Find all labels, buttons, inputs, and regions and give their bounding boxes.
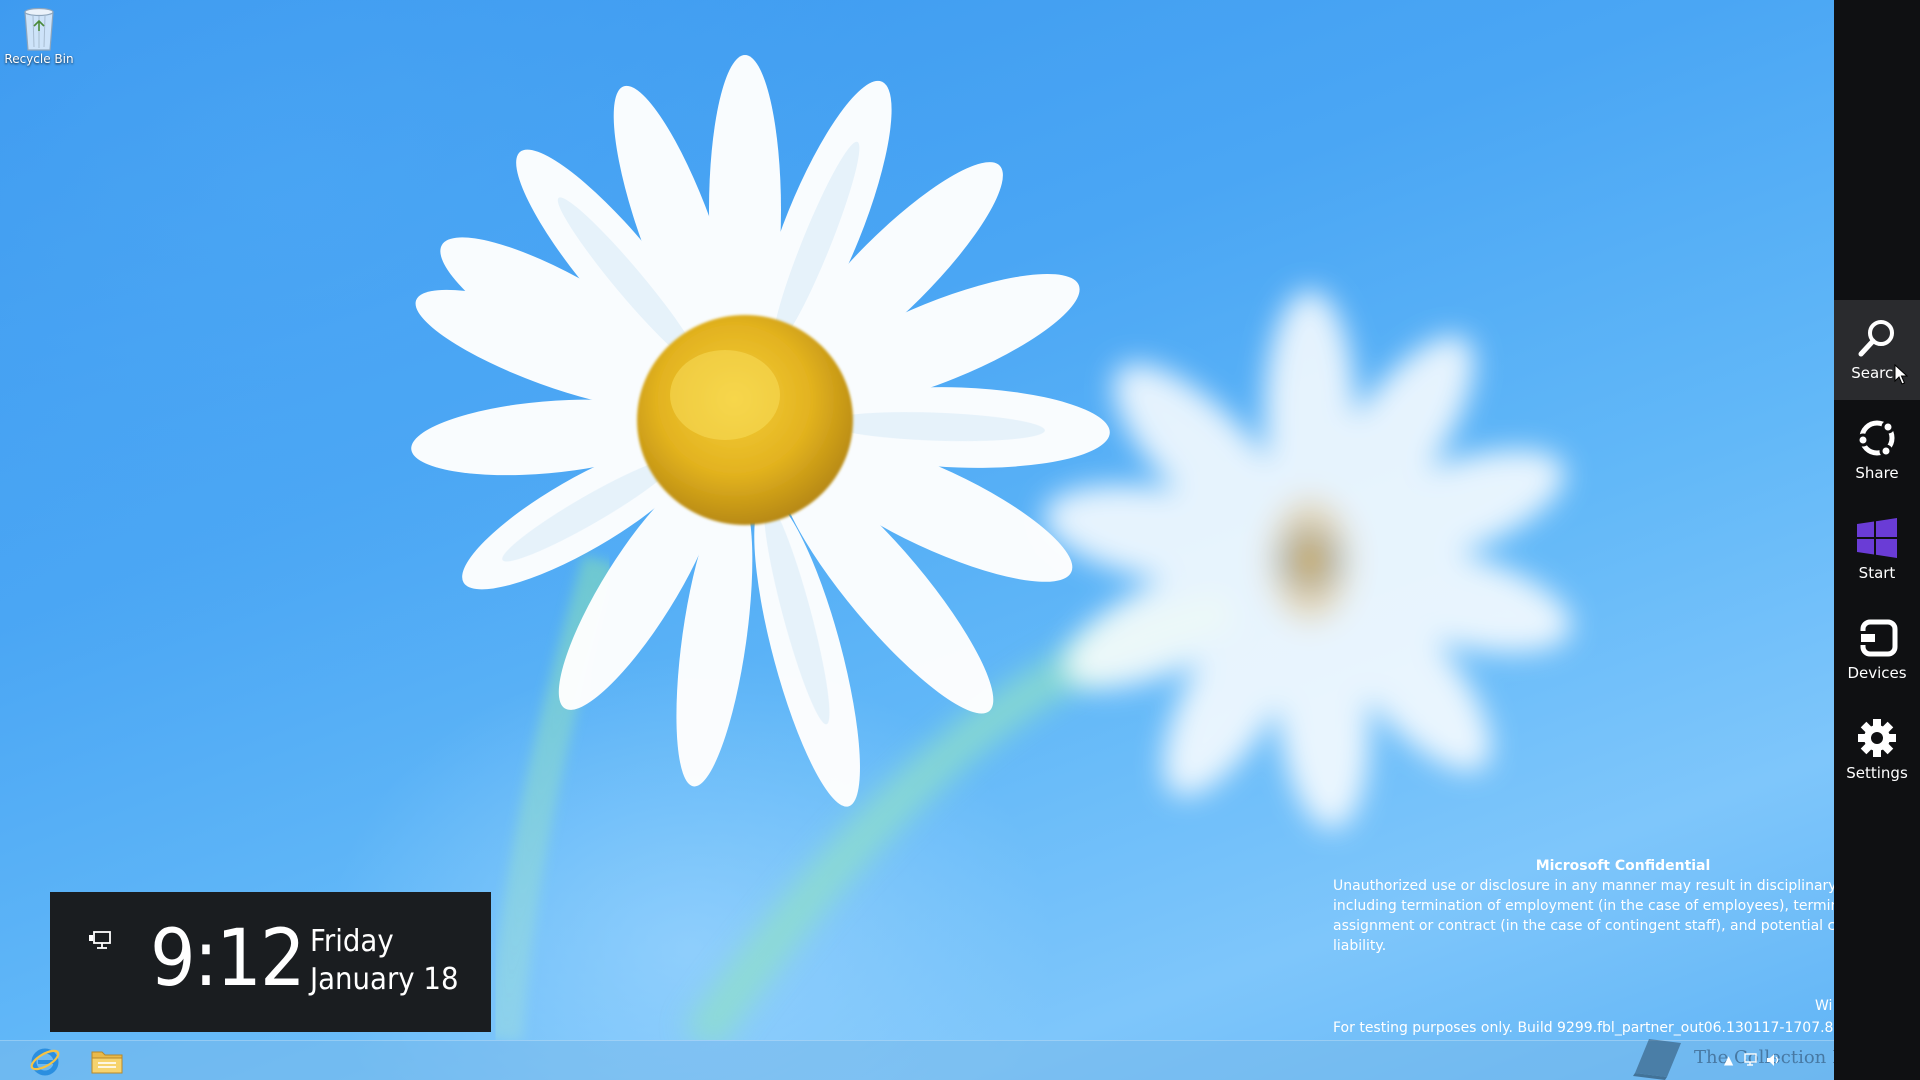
confidential-line: Unauthorized use or disclosure in any ma… (1333, 878, 1834, 894)
recycle-bin-desktop-icon[interactable]: Recycle Bin (4, 4, 74, 66)
charm-devices-label: Devices (1847, 664, 1907, 682)
clock-date: January 18 (310, 962, 459, 997)
windows-logo-icon (1857, 518, 1897, 558)
charm-start[interactable]: Start (1834, 500, 1920, 600)
taskbar: The Collection Book ▲ (0, 1039, 1878, 1080)
network-icon (89, 931, 111, 949)
devices-icon (1858, 619, 1898, 657)
taskbar-file-explorer-button[interactable] (77, 1041, 137, 1080)
charm-search[interactable]: Search (1834, 300, 1920, 400)
gear-icon (1858, 719, 1896, 757)
charm-share[interactable]: Share (1834, 400, 1920, 500)
internet-explorer-icon (30, 1048, 60, 1076)
search-icon (1858, 320, 1894, 357)
charm-share-label: Share (1855, 464, 1899, 482)
volume-icon[interactable] (1766, 1053, 1782, 1070)
clock-time: 9:12 (150, 914, 306, 1004)
confidential-body: Unauthorized use or disclosure in any ma… (1333, 876, 1834, 956)
charm-devices[interactable]: Devices (1834, 600, 1920, 700)
confidential-line: liability. (1333, 938, 1387, 954)
confidential-title: Microsoft Confidential (1535, 858, 1711, 874)
file-explorer-icon (91, 1051, 123, 1074)
confidential-notice: Microsoft Confidential Unauthorized use … (1333, 856, 1834, 1046)
recycle-bin-icon (24, 7, 54, 51)
confidential-line: assignment or contract (in the case of c… (1333, 918, 1834, 934)
book-watermark-icon (1633, 1039, 1681, 1080)
charm-settings[interactable]: Settings (1834, 700, 1920, 800)
build-info-text: For testing purposes only. Build 9299.fb… (1333, 1020, 1834, 1036)
desktop[interactable]: Recycle Bin Microsoft Confidential Unaut… (0, 0, 1920, 1080)
show-hidden-icons-arrow[interactable]: ▲ (1724, 1053, 1733, 1067)
recycle-bin-label: Recycle Bin (4, 52, 74, 66)
clock-overlay: 9:12 Friday January 18 (50, 892, 491, 1032)
taskbar-internet-explorer-button[interactable] (15, 1041, 75, 1080)
windows-edition-text: Wi (1815, 998, 1833, 1014)
charms-bar: Search Share Start Devices Settings (1834, 0, 1920, 1080)
charm-settings-label: Settings (1846, 764, 1908, 782)
clock-day: Friday (310, 924, 394, 959)
confidential-line: including termination of employment (in … (1333, 898, 1834, 914)
charm-search-label: Search (1851, 364, 1903, 382)
share-icon (1856, 420, 1895, 458)
system-tray: The Collection Book ▲ (1594, 1039, 1878, 1080)
charm-start-label: Start (1858, 564, 1896, 582)
tray-network-icon[interactable] (1742, 1053, 1758, 1070)
